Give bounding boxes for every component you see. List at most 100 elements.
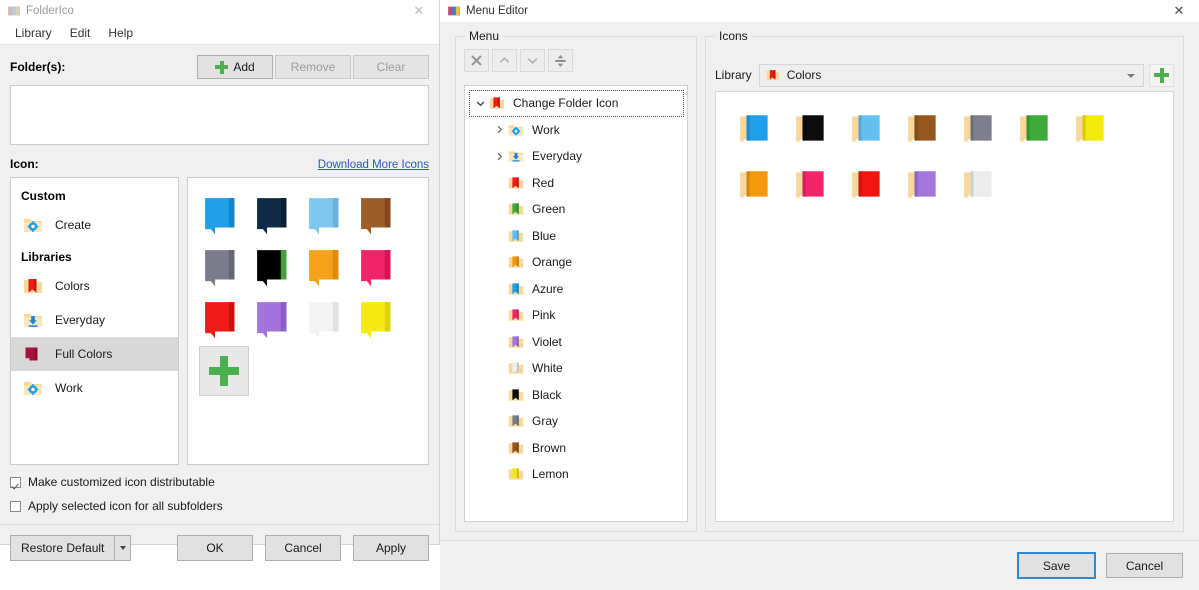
swatch-light-blue[interactable] <box>302 190 354 242</box>
tree-node-white[interactable]: White <box>465 355 687 382</box>
tree-node-lemon[interactable]: Lemon <box>465 461 687 488</box>
tree-node-blue[interactable]: Blue <box>465 223 687 250</box>
folder-gray-icon <box>508 413 524 429</box>
folderico-titlebar: FolderIco ✕ <box>0 0 439 22</box>
icon-gray[interactable] <box>952 102 1008 158</box>
icon-light-blue[interactable] <box>840 102 896 158</box>
icon-row: Icon: Download More Icons <box>10 157 429 171</box>
swatch-yellow[interactable] <box>354 294 406 346</box>
tree-node-pink[interactable]: Pink <box>465 302 687 329</box>
download-more-icons-link[interactable]: Download More Icons <box>318 159 429 171</box>
swatch-green[interactable] <box>250 242 302 294</box>
swatch-orange[interactable] <box>302 242 354 294</box>
menu-item-edit[interactable]: Edit <box>61 23 100 43</box>
chevron-down-icon[interactable] <box>1127 73 1135 78</box>
save-button[interactable]: Save <box>1017 552 1096 579</box>
swatch-white[interactable] <box>302 294 354 346</box>
tree-node-red[interactable]: Red <box>465 170 687 197</box>
icon-pink[interactable] <box>784 158 840 214</box>
tree-node-label: White <box>532 361 563 376</box>
tree-node-label: Brown <box>532 440 567 455</box>
icon-azure[interactable] <box>728 102 784 158</box>
swatch-pink[interactable] <box>354 242 406 294</box>
restore-default-split-button[interactable]: Restore Default <box>10 535 132 561</box>
add-library-button[interactable] <box>1149 63 1174 87</box>
folder-azure-icon <box>508 281 524 297</box>
menu-item-help[interactable]: Help <box>99 23 142 43</box>
folder-list-input[interactable] <box>10 85 429 145</box>
icons-grid-pane[interactable] <box>715 91 1174 522</box>
menu-editor-footer-divider <box>440 540 1199 541</box>
library-item-full-colors[interactable]: Full Colors <box>11 337 178 371</box>
tree-node-black[interactable]: Black <box>465 382 687 409</box>
library-list-pane: Custom Create Libraries Colors Everyday … <box>10 177 179 465</box>
tree-node-green[interactable]: Green <box>465 196 687 223</box>
chevron-right-icon[interactable] <box>490 152 508 161</box>
icon-white[interactable] <box>952 158 1008 214</box>
restore-default-button[interactable]: Restore Default <box>10 535 115 561</box>
add-icon-button[interactable] <box>199 346 249 396</box>
ok-button[interactable]: OK <box>177 535 253 561</box>
cancel-button[interactable]: Cancel <box>1106 553 1183 578</box>
swatch-red[interactable] <box>198 294 250 346</box>
swatch-gray[interactable] <box>198 242 250 294</box>
tree-node-orange[interactable]: Orange <box>465 249 687 276</box>
tree-node-label: Change Folder Icon <box>513 96 619 111</box>
icon-violet[interactable] <box>896 158 952 214</box>
close-icon[interactable]: ✕ <box>399 0 439 22</box>
library-item-work[interactable]: Work <box>11 371 178 405</box>
move-down-icon[interactable] <box>520 49 545 72</box>
icon-brown[interactable] <box>896 102 952 158</box>
icon-black[interactable] <box>784 102 840 158</box>
icon-red[interactable] <box>840 158 896 214</box>
swatch-navy[interactable] <box>250 190 302 242</box>
menu-editor-footer: Save Cancel <box>1007 552 1183 579</box>
folderico-menubar: Library Edit Help <box>0 22 439 45</box>
tree-node-label: Black <box>532 387 562 402</box>
swatch-azure[interactable] <box>198 190 250 242</box>
full-colors-swatch-grid <box>198 190 428 346</box>
menu-item-library[interactable]: Library <box>6 23 61 43</box>
library-item-everyday[interactable]: Everyday <box>11 303 178 337</box>
icon-orange[interactable] <box>728 158 784 214</box>
swatch-violet[interactable] <box>250 294 302 346</box>
tree-node-brown[interactable]: Brown <box>465 435 687 462</box>
clear-folders-button[interactable]: Clear <box>353 55 429 79</box>
apply-button[interactable]: Apply <box>353 535 429 561</box>
tree-node-gray[interactable]: Gray <box>465 408 687 435</box>
library-item-create[interactable]: Create <box>11 208 178 242</box>
folder-blue-icon <box>508 228 524 244</box>
checkbox-subfolders[interactable]: Apply selected icon for all subfolders <box>10 499 429 513</box>
add-folder-button[interactable]: Add <box>197 55 273 79</box>
chevron-down-icon[interactable] <box>471 99 489 108</box>
library-item-label: Create <box>55 218 92 232</box>
folder-white-icon <box>508 360 524 376</box>
tree-node-label: Azure <box>532 281 564 296</box>
custom-group-title: Custom <box>21 189 66 203</box>
tree-node-work[interactable]: Work <box>465 117 687 144</box>
chevron-right-icon[interactable] <box>490 125 508 134</box>
checkbox-distributable[interactable]: Make customized icon distributable <box>10 475 429 489</box>
tree-node-everyday[interactable]: Everyday <box>465 143 687 170</box>
add-separator-icon[interactable] <box>548 49 573 72</box>
remove-folder-button[interactable]: Remove <box>275 55 351 79</box>
tree-node-label: Violet <box>532 334 562 349</box>
menu-tree[interactable]: Change Folder Icon Work Everyday Red Green B… <box>464 85 688 522</box>
close-icon[interactable]: ✕ <box>1159 0 1199 22</box>
folders-label: Folder(s): <box>10 60 66 74</box>
delete-icon[interactable] <box>464 49 489 72</box>
tree-node-root[interactable]: Change Folder Icon <box>469 90 684 117</box>
icon-green[interactable] <box>1008 102 1064 158</box>
library-dropdown[interactable]: Colors <box>758 63 1144 87</box>
restore-default-dropdown-button[interactable] <box>114 535 132 561</box>
library-item-colors[interactable]: Colors <box>11 269 178 303</box>
remove-folder-label: Remove <box>290 60 336 74</box>
folder-black-icon <box>508 387 524 403</box>
swatch-brown[interactable] <box>354 190 406 242</box>
move-up-icon[interactable] <box>492 49 517 72</box>
folderico-app-icon <box>8 5 20 17</box>
tree-node-violet[interactable]: Violet <box>465 329 687 356</box>
tree-node-azure[interactable]: Azure <box>465 276 687 303</box>
cancel-button[interactable]: Cancel <box>265 535 341 561</box>
icon-yellow[interactable] <box>1064 102 1120 158</box>
